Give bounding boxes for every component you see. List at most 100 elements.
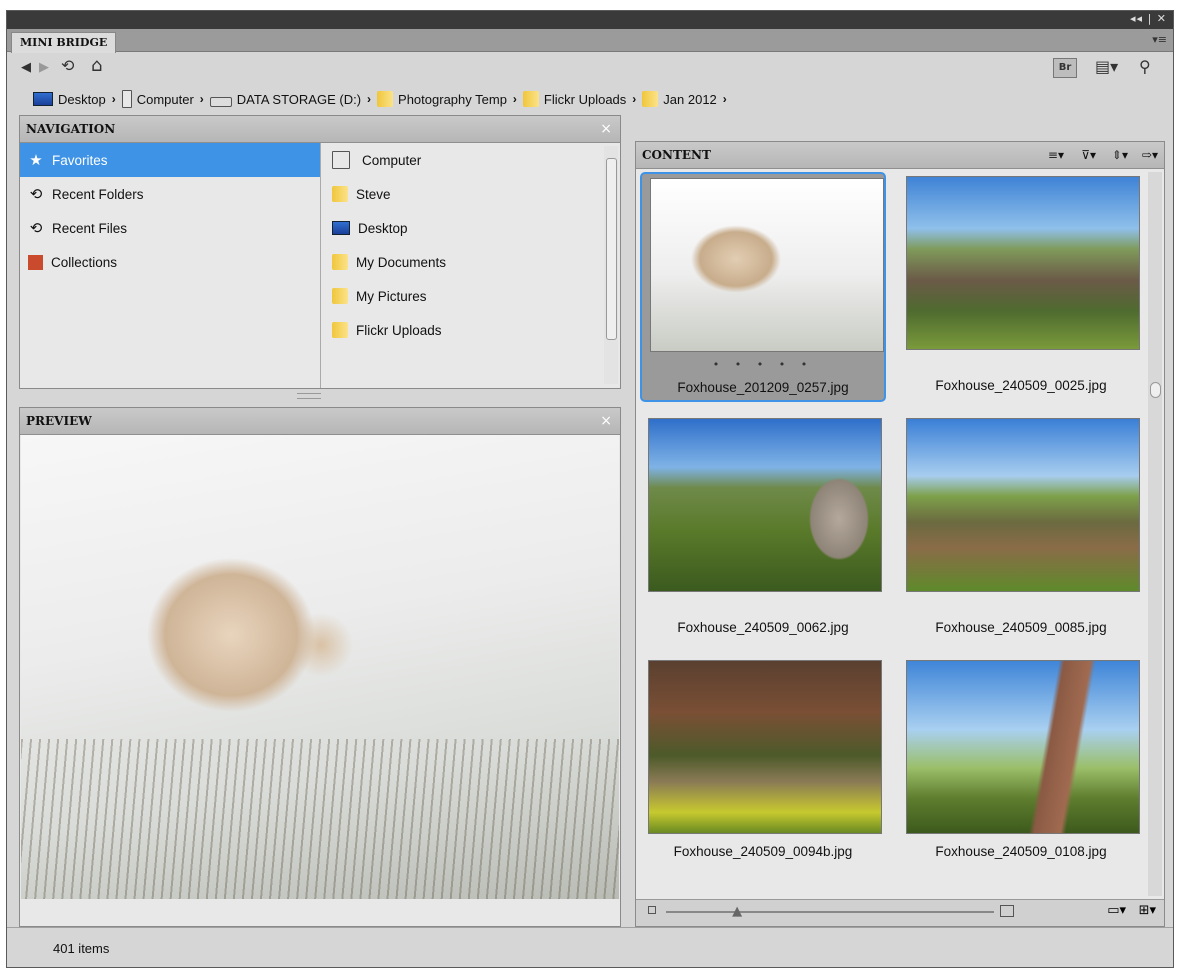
thumbnail-caption: Foxhouse_240509_0108.jpg <box>935 844 1107 859</box>
crumb-photography-temp[interactable]: Photography Temp › <box>377 91 517 107</box>
nav-item-flickr-uploads[interactable]: Flickr Uploads <box>324 313 606 347</box>
thumbnail-caption: Foxhouse_240509_0025.jpg <box>935 378 1107 393</box>
thumbnail-image <box>650 178 884 352</box>
scrollbar-thumb[interactable] <box>606 158 617 340</box>
large-thumb-icon[interactable] <box>1000 905 1014 917</box>
thumbnail-image <box>906 176 1140 350</box>
chevron-right-icon[interactable]: › <box>513 92 517 106</box>
view-mode-icon[interactable]: ▭▾ <box>1107 903 1126 918</box>
folder-icon <box>522 91 539 107</box>
navigation-right-list: Computer Steve Desktop My Documents My P… <box>324 143 606 388</box>
content-panel: CONTENT ≡▾ ⊽▾ ⇕▾ ⇨▾ • • • • • Foxhouse_2… <box>635 141 1165 927</box>
document-menu-icon[interactable]: ▤▾ <box>1095 57 1118 77</box>
filter-icon[interactable]: ⊽▾ <box>1081 142 1096 168</box>
home-icon[interactable]: ⌂ <box>91 56 102 76</box>
tab-mini-bridge[interactable]: MINI BRIDGE <box>11 32 117 53</box>
drive-icon <box>209 97 232 107</box>
tab-row: MINI BRIDGE ▾≡ <box>7 29 1173 53</box>
nav-item-desktop[interactable]: Desktop <box>324 211 606 245</box>
thumbnail-caption: Foxhouse_240509_0094b.jpg <box>673 844 853 859</box>
desktop-icon <box>33 92 53 106</box>
small-thumb-icon[interactable] <box>648 906 656 914</box>
grid-view-icon[interactable]: ⊞▾ <box>1139 903 1156 918</box>
bridge-button[interactable]: Br <box>1053 58 1077 78</box>
nav-item-my-documents[interactable]: My Documents <box>324 245 606 279</box>
thumbnail-caption: Foxhouse_240509_0085.jpg <box>935 620 1107 635</box>
forward-arrow-icon[interactable]: ▶ <box>39 58 49 78</box>
preview-panel: PREVIEW × <box>19 407 621 927</box>
panel-top-strip: ◂◂ | ✕ <box>7 11 1173 29</box>
thumbnail-item[interactable]: Foxhouse_240509_0085.jpg <box>898 414 1144 644</box>
chevron-right-icon[interactable]: › <box>632 92 636 106</box>
nav-item-favorites[interactable]: ★ Favorites <box>20 143 320 177</box>
thumbnail-caption: Foxhouse_201209_0257.jpg <box>677 380 849 395</box>
nav-item-computer[interactable]: Computer <box>324 143 606 177</box>
navigation-left-list: ★ Favorites ⟲ Recent Folders ⟲ Recent Files… <box>20 143 321 388</box>
folder-icon <box>332 322 348 338</box>
rating-stars[interactable]: • • • • • <box>642 358 884 371</box>
thumbnail-image <box>648 418 882 592</box>
nav-item-recent-files[interactable]: ⟲ Recent Files <box>20 211 320 245</box>
content-footer: ▲ ▭▾ ⊞▾ <box>636 899 1164 926</box>
folder-icon <box>377 91 394 107</box>
thumbnail-image <box>648 660 882 834</box>
sort-order-icon[interactable]: ⇕▾ <box>1112 142 1128 168</box>
thumbnail-item[interactable]: Foxhouse_240509_0062.jpg <box>640 414 886 644</box>
back-arrow-icon[interactable]: ◀ <box>21 58 31 78</box>
star-icon: ★ <box>29 152 43 169</box>
navigation-panel: NAVIGATION × ★ Favorites ⟲ Recent Folders ⟲… <box>19 115 621 389</box>
panel-resize-handle[interactable] <box>297 393 321 399</box>
collapse-close-icon[interactable]: ◂◂ | ✕ <box>1130 12 1167 25</box>
preview-image <box>21 435 619 899</box>
chevron-right-icon[interactable]: › <box>200 92 204 106</box>
crumb-flickr-uploads[interactable]: Flickr Uploads › <box>522 91 636 107</box>
recent-icon: ⟲ <box>29 186 43 203</box>
thumbnail-item[interactable]: Foxhouse_240509_0108.jpg <box>898 656 1144 862</box>
user-folder-icon <box>332 186 348 202</box>
content-header: CONTENT ≡▾ ⊽▾ ⇕▾ ⇨▾ <box>636 142 1164 169</box>
chevron-right-icon[interactable]: › <box>367 92 371 106</box>
panel-menu-icon[interactable]: ▾≡ <box>1152 33 1167 46</box>
pictures-folder-icon <box>332 288 348 304</box>
computer-icon <box>332 151 350 169</box>
tools-menu-icon[interactable]: ⇨▾ <box>1142 142 1158 168</box>
preview-grass <box>21 739 619 899</box>
close-icon[interactable]: × <box>600 408 612 434</box>
documents-folder-icon <box>332 254 348 270</box>
desktop-icon <box>332 221 350 235</box>
crumb-data-storage[interactable]: DATA STORAGE (D:) › <box>209 91 371 107</box>
zoom-slider-track[interactable] <box>666 911 994 913</box>
zoom-slider-thumb[interactable]: ▲ <box>732 904 742 919</box>
thumbnail-item[interactable]: Foxhouse_240509_0025.jpg <box>898 172 1144 402</box>
sort-menu-icon[interactable]: ≡▾ <box>1048 142 1064 168</box>
scrollbar-thumb[interactable] <box>1150 382 1161 398</box>
crumb-jan-2012[interactable]: Jan 2012 › <box>642 91 727 107</box>
chevron-right-icon[interactable]: › <box>112 92 116 106</box>
nav-item-my-pictures[interactable]: My Pictures <box>324 279 606 313</box>
close-icon[interactable]: × <box>600 116 612 142</box>
toolbar: ◀ ▶ ⟲ ⌂ Br ▤▾ ⚲ <box>7 52 1173 84</box>
crumb-desktop[interactable]: Desktop › <box>33 92 116 107</box>
search-icon[interactable]: ⚲ <box>1139 57 1151 77</box>
recent-refresh-icon[interactable]: ⟲ <box>61 56 74 76</box>
thumbnail-caption: Foxhouse_240509_0062.jpg <box>677 620 849 635</box>
nav-item-steve[interactable]: Steve <box>324 177 606 211</box>
nav-item-collections[interactable]: Collections <box>20 245 320 279</box>
thumbnail-item[interactable]: • • • • • Foxhouse_201209_0257.jpg <box>640 172 886 402</box>
content-scrollbar[interactable] <box>1148 172 1162 896</box>
thumbnail-image <box>906 418 1140 592</box>
mini-bridge-panel: ◂◂ | ✕ MINI BRIDGE ▾≡ ◀ ▶ ⟲ ⌂ Br ▤▾ ⚲ De… <box>6 10 1174 968</box>
breadcrumb: Desktop › Computer › DATA STORAGE (D:) › Ph… <box>7 84 1173 114</box>
thumbnail-image <box>906 660 1140 834</box>
navigation-header: NAVIGATION × <box>20 116 620 143</box>
recent-icon: ⟲ <box>29 220 43 237</box>
navigation-scrollbar[interactable] <box>604 146 618 384</box>
nav-item-recent-folders[interactable]: ⟲ Recent Folders <box>20 177 320 211</box>
crumb-computer[interactable]: Computer › <box>121 90 204 108</box>
item-count: 401 items <box>53 941 110 956</box>
collections-icon <box>28 254 43 270</box>
thumbnail-item[interactable]: Foxhouse_240509_0094b.jpg <box>640 656 886 862</box>
folder-icon <box>642 91 659 107</box>
status-bar: 401 items <box>7 927 1173 968</box>
chevron-right-icon[interactable]: › <box>723 92 727 106</box>
